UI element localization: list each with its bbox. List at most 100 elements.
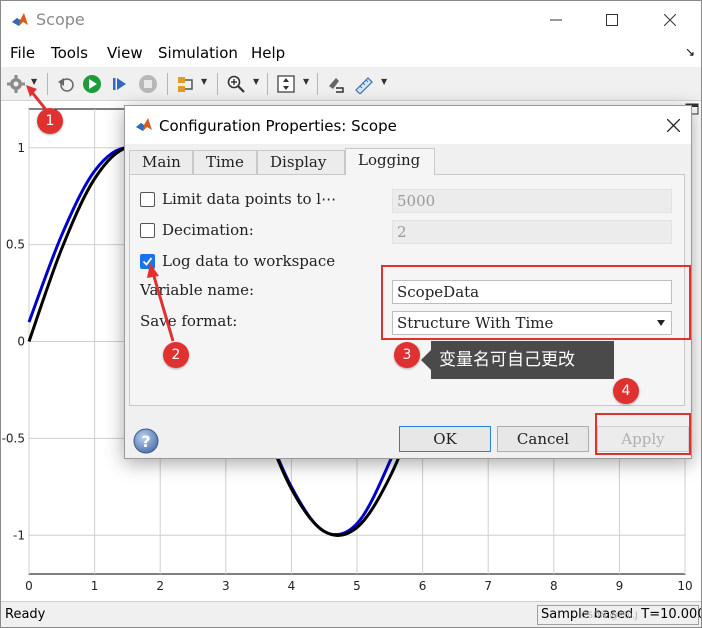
dialog-title: Configuration Properties: Scope <box>159 117 397 135</box>
y-tick-label: 0 <box>17 335 25 349</box>
limit-points-field: 5000 <box>392 189 672 213</box>
variable-name-label: Variable name: <box>140 281 255 299</box>
toolbar-separator <box>47 73 48 95</box>
settings-dropdown-icon[interactable]: ▼ <box>31 77 37 86</box>
window-title: Scope <box>36 10 85 29</box>
y-tick-label: 0.5 <box>6 238 25 252</box>
toolbar: ▼ ▼ ▼ ▼ ▼ <box>1 67 701 101</box>
cancel-button[interactable]: Cancel <box>497 426 589 452</box>
y-tick-label: -0.5 <box>2 431 25 445</box>
measure-button[interactable] <box>353 73 375 95</box>
x-tick-label: 10 <box>677 579 692 593</box>
signal-select-button[interactable] <box>175 73 197 95</box>
autoscale-icon <box>277 75 295 93</box>
x-tick-label: 2 <box>156 579 164 593</box>
menu-simulation[interactable]: Simulation <box>158 44 238 62</box>
variable-name-row: Variable name: <box>140 281 254 303</box>
sim-time: T=10.000 <box>641 607 702 622</box>
x-tick-label: 0 <box>25 579 33 593</box>
decimation-label: Decimation: <box>162 221 254 239</box>
menu-view[interactable]: View <box>107 44 143 62</box>
step-badge-4: 4 <box>613 378 639 404</box>
status-bar: Ready Sample based T=10.000 CSDN @Phi.J <box>1 601 701 627</box>
signal-select-icon <box>178 77 193 92</box>
log-data-label: Log data to workspace <box>162 252 336 270</box>
close-icon <box>666 118 680 132</box>
x-tick-label: 1 <box>91 579 99 593</box>
highlight-box-variable <box>381 265 691 340</box>
matlab-logo-icon <box>12 13 28 26</box>
run-button[interactable] <box>81 73 103 95</box>
stop-button[interactable] <box>137 73 159 95</box>
toolbar-separator <box>267 73 268 95</box>
menu-tools[interactable]: Tools <box>51 44 88 62</box>
svg-text:?: ? <box>141 432 150 451</box>
maximize-button[interactable] <box>589 1 635 39</box>
step-badge-2: 2 <box>163 342 189 368</box>
x-tick-label: 8 <box>550 579 558 593</box>
menu-help[interactable]: Help <box>251 44 285 62</box>
highlight-block-icon <box>329 78 344 93</box>
x-tick-label: 9 <box>616 579 624 593</box>
tab-time[interactable]: Time <box>193 150 257 174</box>
dialog-close-button[interactable] <box>663 115 683 135</box>
toolbar-separator <box>167 73 168 95</box>
x-tick-label: 3 <box>222 579 230 593</box>
close-icon <box>664 14 676 26</box>
tab-main[interactable]: Main <box>129 150 193 174</box>
menu-file[interactable]: File <box>10 44 35 62</box>
step-back-button[interactable] <box>55 73 77 95</box>
step-badge-1: 1 <box>37 108 63 134</box>
maximize-icon <box>606 14 618 26</box>
log-data-checkbox[interactable] <box>140 254 155 269</box>
dialog-title-bar: Configuration Properties: Scope <box>125 106 691 144</box>
checkmark-icon <box>142 257 153 266</box>
save-format-label: Save format: <box>140 312 238 330</box>
ok-button[interactable]: OK <box>399 426 491 452</box>
measure-dropdown-icon[interactable]: ▼ <box>381 77 387 86</box>
step-badge-3: 3 <box>394 342 420 368</box>
y-tick-label: -1 <box>13 528 25 542</box>
decimation-checkbox[interactable] <box>140 223 155 238</box>
highlight-box-apply <box>595 413 691 455</box>
step-back-icon <box>58 78 74 92</box>
x-tick-label: 6 <box>419 579 427 593</box>
x-tick-label: 5 <box>353 579 361 593</box>
step-forward-icon <box>113 78 126 90</box>
minimize-button[interactable] <box>533 1 579 39</box>
dock-arrow-icon[interactable]: ↘ <box>685 45 695 59</box>
highlight-block-button[interactable] <box>325 73 347 95</box>
menu-bar: File Tools View Simulation Help ↘ <box>1 39 701 67</box>
save-format-row: Save format: <box>140 312 237 334</box>
status-ready: Ready <box>5 607 46 622</box>
signal-dropdown-icon[interactable]: ▼ <box>201 77 207 86</box>
callout-variable-name: 变量名可自己更改 <box>421 341 614 379</box>
scope-window: Scope File Tools View Simulation Help ↘ … <box>0 0 702 628</box>
zoom-button[interactable] <box>225 73 247 95</box>
toolbar-separator <box>217 73 218 95</box>
x-tick-label: 4 <box>288 579 296 593</box>
y-tick-label: 1 <box>17 141 25 155</box>
help-icon[interactable]: ? <box>133 428 159 454</box>
limit-points-label: Limit data points to l⋯ <box>162 190 337 208</box>
step-forward-button[interactable] <box>109 73 131 95</box>
tab-display[interactable]: Display <box>257 150 345 174</box>
autoscale-dropdown-icon[interactable]: ▼ <box>303 77 309 86</box>
watermark: CSDN @Phi.J <box>581 611 638 621</box>
toolbar-separator <box>317 73 318 95</box>
settings-icon <box>7 75 25 93</box>
tab-logging[interactable]: Logging <box>345 148 435 175</box>
autoscale-button[interactable] <box>275 73 297 95</box>
title-bar: Scope <box>1 1 701 39</box>
run-icon <box>83 75 101 93</box>
decimation-field: 2 <box>392 220 672 244</box>
stop-icon <box>139 75 157 93</box>
close-button[interactable] <box>647 1 693 39</box>
limit-points-checkbox[interactable] <box>140 192 155 207</box>
x-tick-label: 7 <box>484 579 492 593</box>
zoom-dropdown-icon[interactable]: ▼ <box>253 77 259 86</box>
minimize-icon <box>550 19 562 21</box>
settings-button[interactable] <box>5 73 27 95</box>
matlab-logo-icon <box>136 118 152 131</box>
zoom-icon <box>227 75 245 93</box>
